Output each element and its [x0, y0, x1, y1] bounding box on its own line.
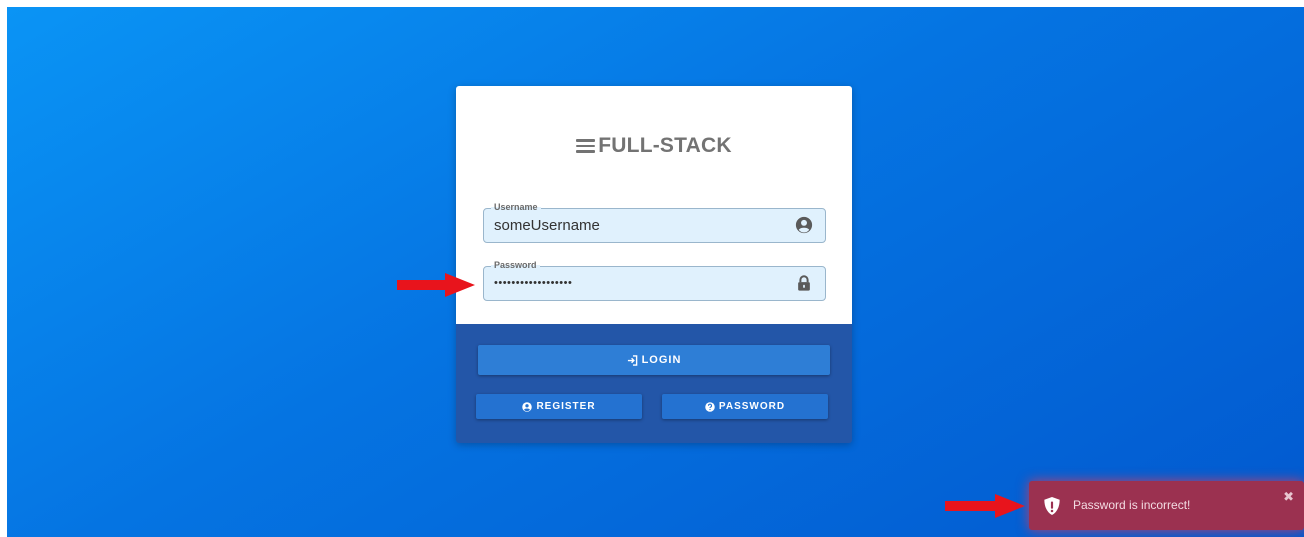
login-card-body: FULL-STACK Username Password •••••••••••…	[456, 86, 852, 324]
user-circle-icon	[522, 401, 533, 412]
password-input[interactable]: ••••••••••••••••••	[494, 277, 784, 289]
password-field[interactable]: Password ••••••••••••••••••	[483, 259, 826, 301]
username-field[interactable]: Username	[483, 201, 826, 243]
close-icon[interactable]: ✖	[1283, 489, 1294, 505]
password-label: Password	[491, 259, 540, 271]
question-circle-icon	[705, 401, 715, 412]
arrow-to-error-toast	[945, 494, 1025, 518]
menu-icon	[576, 139, 596, 153]
page-background: FULL-STACK Username Password •••••••••••…	[7, 7, 1304, 537]
brand-title: FULL-STACK	[456, 134, 852, 158]
forgot-password-button[interactable]: PASSWORD	[662, 394, 828, 419]
username-label: Username	[491, 201, 541, 213]
brand-title-text: FULL-STACK	[598, 134, 732, 157]
arrow-to-password-field	[397, 273, 475, 297]
forgot-password-button-label: PASSWORD	[718, 401, 786, 412]
login-button[interactable]: LOGIN	[478, 345, 830, 375]
error-toast-message: Password is incorrect!	[1073, 498, 1191, 512]
shield-exclamation-icon	[1044, 497, 1060, 515]
register-button[interactable]: REGISTER	[476, 394, 642, 419]
login-card: FULL-STACK Username Password •••••••••••…	[456, 86, 852, 443]
error-toast: Password is incorrect! ✖	[1029, 481, 1304, 530]
register-button-label: REGISTER	[536, 401, 596, 412]
sign-in-icon	[627, 354, 637, 366]
login-card-footer	[456, 324, 852, 443]
lock-icon	[798, 275, 810, 291]
user-circle-icon	[795, 216, 813, 234]
username-input[interactable]	[494, 217, 784, 234]
login-button-label: LOGIN	[641, 354, 682, 366]
